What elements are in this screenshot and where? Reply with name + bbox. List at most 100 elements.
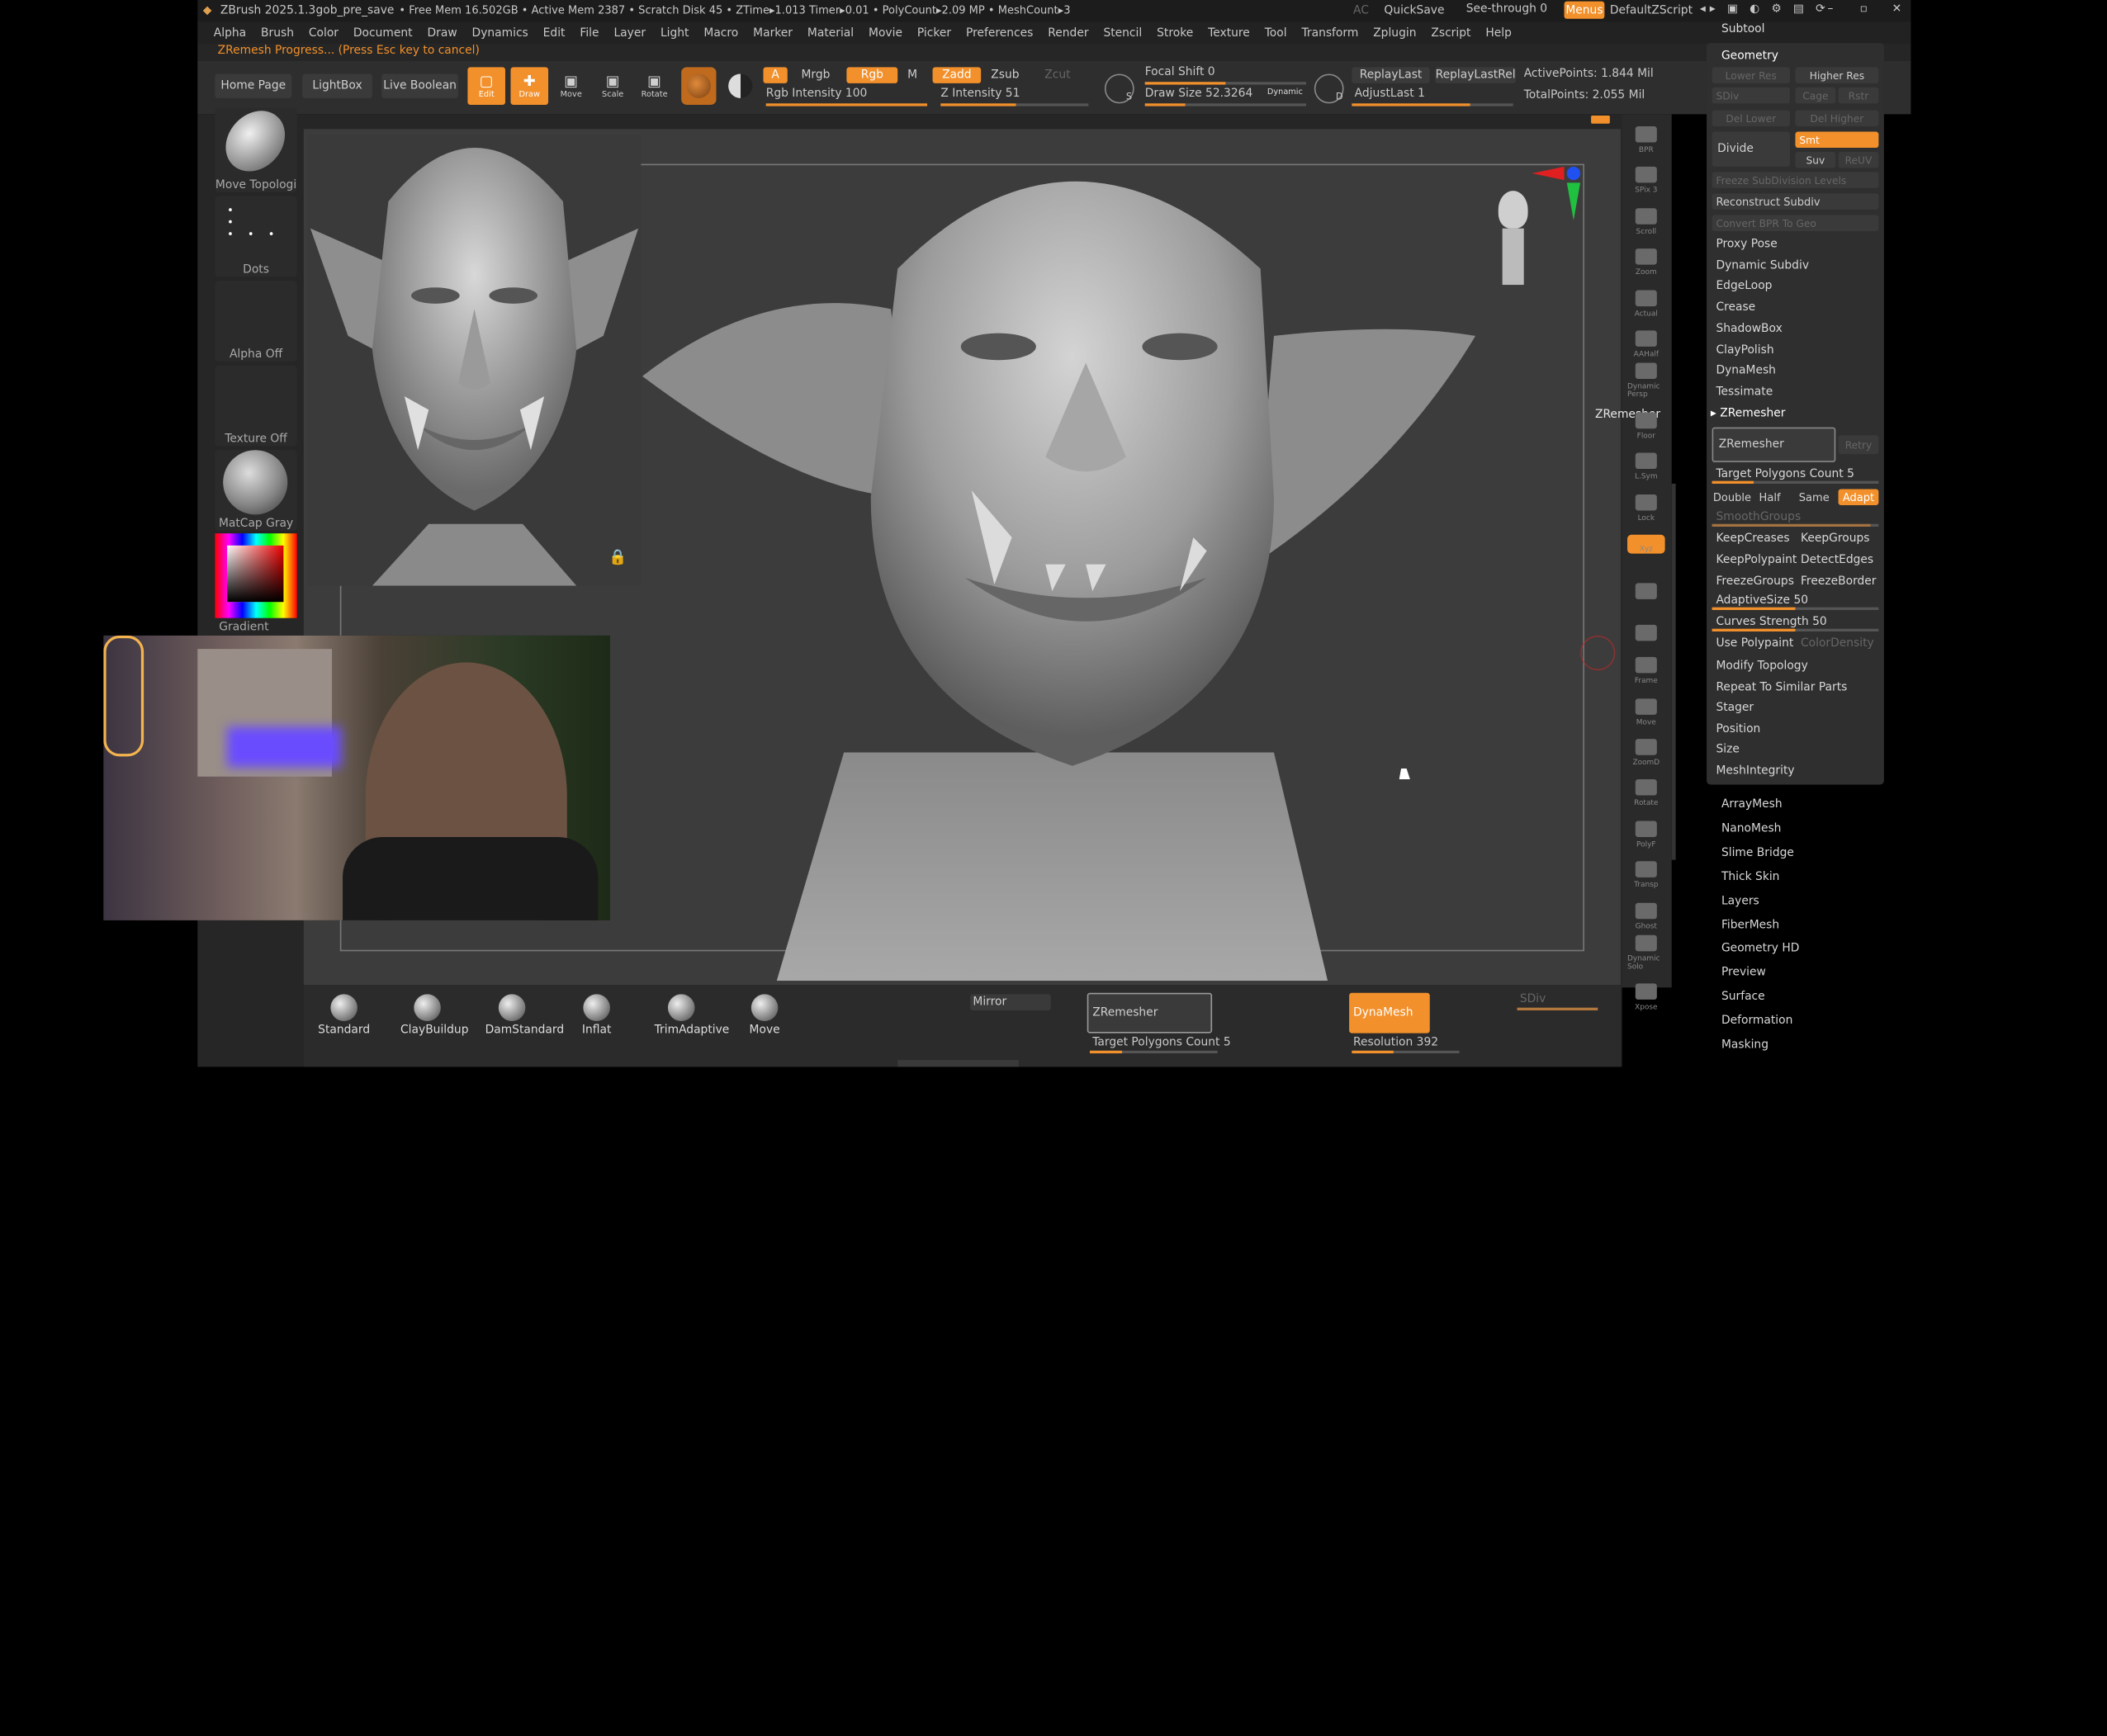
geometry-item-shadowbox[interactable]: ShadowBox	[1716, 322, 1782, 335]
higher-res-button[interactable]: Higher Res	[1795, 67, 1879, 83]
brush-claybuildup[interactable]: ClayBuildup	[400, 994, 468, 1038]
geometry-item-crease[interactable]: Crease	[1716, 301, 1755, 315]
goblin-sculpt[interactable]	[642, 135, 1489, 982]
adjust-last-slider[interactable]	[1352, 103, 1513, 106]
menu-stencil[interactable]: Stencil	[1103, 27, 1142, 40]
zremesher-stager[interactable]: Stager	[1716, 702, 1754, 715]
subtool-header[interactable]: Subtool	[1707, 19, 1884, 40]
menu-material[interactable]: Material	[807, 27, 854, 40]
del-lower-button[interactable]: Del Lower	[1712, 110, 1790, 126]
brush-standard[interactable]: Standard	[317, 994, 371, 1038]
dynamesh-button[interactable]: DynaMesh	[1349, 992, 1430, 1034]
shelf-move[interactable]: Move	[1627, 688, 1665, 726]
shelf-spacer-12[interactable]	[1627, 606, 1665, 645]
sdiv-slider[interactable]: SDiv	[1712, 87, 1790, 104]
close-icon[interactable]: ✕	[1892, 4, 1902, 16]
del-higher-button[interactable]: Del Higher	[1795, 110, 1879, 126]
subpalette-deformation[interactable]: Deformation	[1721, 1015, 1792, 1028]
color-picker[interactable]	[215, 533, 297, 618]
shelf-rotate[interactable]: Rotate	[1627, 769, 1665, 808]
double-toggle[interactable]: Double	[1712, 489, 1753, 505]
scale-mode-button[interactable]: ▣ Scale	[595, 67, 631, 105]
window-layout-icons[interactable]: ◂▸ ▣ ◐ ⚙ ▤ ⟳	[1700, 4, 1830, 16]
shelf-scroll[interactable]: Scroll	[1627, 197, 1665, 236]
shelf-xyz[interactable]: Xyz	[1627, 534, 1665, 554]
m-toggle[interactable]: M	[902, 67, 924, 83]
shelf-bpr[interactable]: BPR	[1627, 116, 1665, 154]
curves-strength-slider[interactable]	[1712, 628, 1879, 631]
rgb-intensity-slider[interactable]	[765, 103, 928, 106]
menu-picker[interactable]: Picker	[917, 27, 951, 40]
a-toggle[interactable]: A	[763, 67, 788, 83]
same-toggle[interactable]: Same	[1795, 489, 1834, 505]
shelf-spix-3[interactable]: SPix 3	[1627, 156, 1665, 196]
shelf-lock[interactable]: Lock	[1627, 483, 1665, 522]
shelf-zoomd[interactable]: ZoomD	[1627, 728, 1665, 767]
smooth-groups-slider[interactable]: SmoothGroups	[1716, 510, 1801, 523]
mrgb-toggle[interactable]: Mrgb	[791, 67, 840, 83]
zremesher-section-header[interactable]: ▸ ZRemesher	[1711, 407, 1786, 420]
zremesher-button[interactable]: ZRemesher	[1712, 427, 1836, 462]
retry-button[interactable]: Retry	[1838, 435, 1879, 455]
subpalette-nanomesh[interactable]: NanoMesh	[1721, 822, 1782, 835]
menu-edit[interactable]: Edit	[543, 27, 566, 40]
zremesher-repeat-to-similar-parts[interactable]: Repeat To Similar Parts	[1716, 681, 1847, 694]
texture-slot[interactable]: Texture Off	[215, 365, 297, 447]
freeze-subdiv-button[interactable]: Freeze SubDivision Levels	[1712, 172, 1879, 188]
axis-gizmo[interactable]	[1532, 164, 1585, 225]
menu-alpha[interactable]: Alpha	[214, 27, 246, 40]
move-mode-button[interactable]: ▣ Move	[553, 67, 589, 105]
zcut-toggle[interactable]: Zcut	[1041, 67, 1074, 83]
brush-damstandard[interactable]: DamStandard	[485, 994, 564, 1038]
shelf-floor[interactable]: Floor	[1627, 401, 1665, 441]
divide-button[interactable]: Divide	[1712, 131, 1790, 167]
brush-trimadaptive[interactable]: TrimAdaptive	[655, 994, 729, 1038]
stroke-slot[interactable]: • • • • • Dots	[215, 196, 297, 277]
focal-shift-slider[interactable]	[1144, 82, 1307, 85]
menu-macro[interactable]: Macro	[703, 27, 738, 40]
bottom-target-polygons-slider[interactable]	[1089, 1050, 1218, 1054]
draw-size-slider[interactable]	[1144, 103, 1307, 106]
menu-color[interactable]: Color	[309, 27, 339, 40]
detect-edges-toggle[interactable]: DetectEdges	[1801, 554, 1873, 567]
shelf-actual[interactable]: Actual	[1627, 279, 1665, 318]
half-toggle[interactable]: Half	[1754, 489, 1785, 505]
menu-help[interactable]: Help	[1485, 27, 1512, 40]
shelf-ghost[interactable]: Ghost	[1627, 892, 1665, 930]
rstr-button[interactable]: Rstr	[1838, 87, 1879, 104]
menu-light[interactable]: Light	[661, 27, 689, 40]
shelf-transp[interactable]: Transp	[1627, 851, 1665, 890]
zremesher-size[interactable]: Size	[1716, 744, 1739, 757]
geometry-item-dynamic-subdiv[interactable]: Dynamic Subdiv	[1716, 259, 1809, 272]
canvas-scroll-handle[interactable]	[1591, 115, 1610, 124]
shelf-frame[interactable]: Frame	[1627, 646, 1665, 685]
bottom-zremesher-button[interactable]: ZRemesher	[1087, 992, 1213, 1034]
shelf-dynamic-solo[interactable]: Dynamic Solo	[1627, 933, 1665, 972]
shelf-scrollbar[interactable]	[1671, 483, 1676, 860]
subpalette-slime-bridge[interactable]: Slime Bridge	[1721, 846, 1794, 859]
menu-movie[interactable]: Movie	[869, 27, 902, 40]
menu-tool[interactable]: Tool	[1265, 27, 1287, 40]
menu-render[interactable]: Render	[1048, 27, 1088, 40]
adapt-toggle[interactable]: Adapt	[1838, 489, 1879, 505]
dynamic-toggle[interactable]: Dynamic	[1267, 88, 1303, 97]
geometry-item-tessimate[interactable]: Tessimate	[1716, 386, 1773, 399]
geometry-item-proxy-pose[interactable]: Proxy Pose	[1716, 238, 1777, 251]
menu-draw[interactable]: Draw	[428, 27, 457, 40]
zremesher-meshintegrity[interactable]: MeshIntegrity	[1716, 764, 1794, 778]
menu-document[interactable]: Document	[353, 27, 413, 40]
zsub-toggle[interactable]: Zsub	[986, 67, 1025, 83]
lower-res-button[interactable]: Lower Res	[1712, 67, 1790, 83]
texture-swatch-button[interactable]	[722, 67, 758, 105]
menu-zscript[interactable]: Zscript	[1431, 27, 1470, 40]
subpalette-arraymesh[interactable]: ArrayMesh	[1721, 798, 1783, 811]
freeze-border-toggle[interactable]: FreezeBorder	[1801, 575, 1877, 589]
subpalette-layers[interactable]: Layers	[1721, 894, 1759, 907]
geometry-item-claypolish[interactable]: ClayPolish	[1716, 343, 1773, 357]
subpalette-preview[interactable]: Preview	[1721, 967, 1766, 980]
adaptive-size-slider[interactable]	[1712, 607, 1879, 610]
menu-texture[interactable]: Texture	[1208, 27, 1250, 40]
shelf-aahalf[interactable]: AAHalf	[1627, 319, 1665, 359]
brush-slot[interactable]: Move Topologi	[215, 105, 297, 192]
resolution-slider[interactable]	[1352, 1050, 1460, 1054]
